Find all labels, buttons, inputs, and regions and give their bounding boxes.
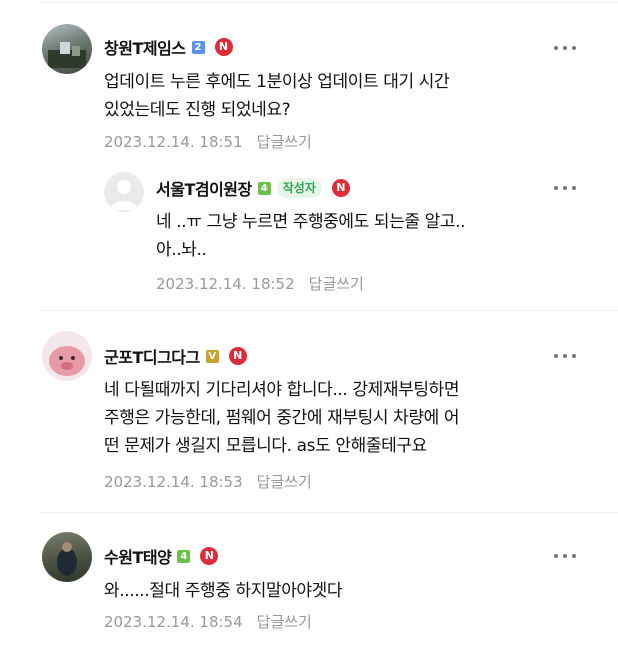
more-options-button[interactable] <box>554 348 576 364</box>
avatar-photo-icon <box>57 542 77 576</box>
pink-character-avatar-icon <box>49 346 85 376</box>
divider <box>40 512 618 513</box>
comment-text: 네 ..ㅠ 그냥 누르면 주행중에도 되는줄 알고.. 아..놔.. <box>156 208 466 264</box>
more-options-button[interactable] <box>554 548 576 564</box>
comment-date: 2023.12.14. 18:51 <box>104 132 243 151</box>
comment-line: 아..놔.. <box>156 240 207 260</box>
more-options-button[interactable] <box>554 180 576 196</box>
avatar[interactable] <box>42 24 92 74</box>
reply-button[interactable]: 답글쓰기 <box>257 131 312 152</box>
member-level-icon: V <box>205 349 219 363</box>
comment-text: 네 다될때까지 기다리셔야 합니다... 강제재부팅하면 주행은 가능한데, 펌… <box>104 376 459 460</box>
comment-line: 있었는데도 진행 되었네요? <box>104 100 291 120</box>
comment-date: 2023.12.14. 18:54 <box>104 612 243 631</box>
author-name[interactable]: 군포T디그다그 <box>104 344 200 368</box>
more-options-button[interactable] <box>554 40 576 56</box>
divider <box>40 2 618 3</box>
avatar-photo-icon <box>48 42 86 68</box>
reply-button[interactable]: 답글쓰기 <box>257 471 312 492</box>
comment-text: 업데이트 누른 후에도 1분이상 업데이트 대기 시간 있었는데도 진행 되었네… <box>104 68 450 124</box>
comment-date: 2023.12.14. 18:53 <box>104 472 243 491</box>
comment-line: 네 ..ㅠ 그냥 누르면 주행중에도 되는줄 알고.. <box>156 212 466 232</box>
divider <box>40 310 618 311</box>
author-name[interactable]: 수원T태양 <box>104 544 172 568</box>
member-level-icon: 2 <box>191 40 205 54</box>
member-level-icon: 4 <box>257 181 271 195</box>
author-name[interactable]: 서울T겸이원장 <box>156 176 252 200</box>
comment-line: 와......절대 주행중 하지말아야겟다 <box>104 581 343 601</box>
comment-line: 업데이트 누른 후에도 1분이상 업데이트 대기 시간 <box>104 72 450 92</box>
author-name[interactable]: 창원T제임스 <box>104 35 186 59</box>
default-avatar-icon <box>110 180 138 210</box>
avatar[interactable] <box>42 331 92 381</box>
new-badge-icon: N <box>331 179 350 197</box>
new-badge-icon: N <box>214 38 233 56</box>
member-level-icon: 4 <box>177 549 191 563</box>
new-badge-icon: N <box>200 547 219 565</box>
comment-line: 주행은 가능한데, 펌웨어 중간에 재부팅시 차량에 어 <box>104 408 460 428</box>
reply-button[interactable]: 답글쓰기 <box>257 611 312 632</box>
avatar[interactable] <box>42 532 92 582</box>
comment-line: 떤 문제가 생길지 모릅니다. as도 안해줄테구요 <box>104 436 427 456</box>
new-badge-icon: N <box>228 347 247 365</box>
reply-button[interactable]: 답글쓰기 <box>309 273 364 294</box>
comment-text: 와......절대 주행중 하지말아야겟다 <box>104 577 343 605</box>
comment-date: 2023.12.14. 18:52 <box>156 274 295 293</box>
comment-line: 네 다될때까지 기다리셔야 합니다... 강제재부팅하면 <box>104 380 460 400</box>
avatar[interactable] <box>104 172 144 212</box>
writer-badge: 작성자 <box>276 178 322 198</box>
